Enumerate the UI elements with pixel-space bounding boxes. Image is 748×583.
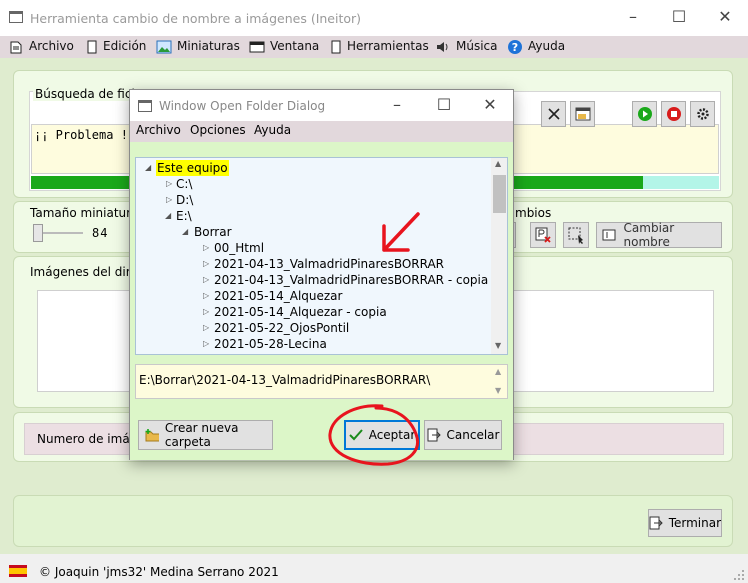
tree-node-borrar[interactable]: Borrar <box>194 224 232 240</box>
stop-button[interactable] <box>661 101 686 127</box>
rename-icon <box>602 229 616 241</box>
gear-icon <box>696 108 709 120</box>
dialog-close-button[interactable]: ✕ <box>468 90 512 121</box>
settings-button[interactable] <box>690 101 715 127</box>
finish-button[interactable]: Terminar <box>648 509 722 537</box>
delete-image-button[interactable] <box>530 222 556 248</box>
edit-menu-icon <box>87 40 97 53</box>
selection-icon <box>568 227 583 244</box>
spain-flag-icon <box>9 565 27 577</box>
folder-dialog: Window Open Folder Dialog – ☐ ✕ Archivo … <box>129 89 514 466</box>
menu-bar: Archivo Edición Miniaturas Ventana Herra… <box>0 36 748 58</box>
rename-button[interactable]: Cambiar nombre <box>596 221 722 249</box>
play-button[interactable] <box>632 101 657 127</box>
resize-grip-icon[interactable] <box>733 569 745 581</box>
scroll-thumb[interactable] <box>493 175 506 213</box>
folder-window-icon <box>575 107 590 121</box>
menu-miniaturas[interactable]: Miniaturas <box>156 36 240 58</box>
picture-icon <box>156 40 172 53</box>
image-delete-icon <box>535 227 551 243</box>
minimize-button[interactable]: – <box>610 0 656 36</box>
exit-icon <box>427 428 441 442</box>
speaker-icon <box>437 41 448 52</box>
new-folder-icon <box>145 429 159 442</box>
dialog-maximize-button[interactable]: ☐ <box>422 90 466 121</box>
dialog-minimize-button[interactable]: – <box>375 90 419 121</box>
help-icon: ? <box>508 39 522 54</box>
tree-node-folder[interactable]: 2021-04-13_ValmadridPinaresBORRAR <box>214 256 444 272</box>
close-x-icon <box>547 108 560 120</box>
dialog-menu-ayuda[interactable]: Ayuda <box>254 123 291 137</box>
slider-track <box>43 232 83 234</box>
tree-scrollbar[interactable]: ▲ ▼ <box>491 158 507 354</box>
tree-node-root[interactable]: Este equipo <box>156 160 229 176</box>
red-arrow-annotation <box>382 212 420 252</box>
thumb-size-label: Tamaño miniaturas <box>30 206 145 220</box>
dialog-window-icon <box>138 100 152 112</box>
tree-node-folder[interactable]: 2021-05-14_Alquezar <box>214 288 342 304</box>
selected-path-box[interactable]: E:\Borrar\2021-04-13_ValmadridPinaresBOR… <box>135 364 508 399</box>
thumb-size-value: 84 <box>92 226 109 240</box>
tree-node-folder[interactable]: 2021-05-28-Lecina <box>214 336 327 352</box>
menu-edicion[interactable]: Edición <box>86 36 146 58</box>
path-scroll-down-icon[interactable]: ▼ <box>495 386 501 395</box>
problem-text: ¡¡ Problema ! <box>34 128 128 142</box>
close-button[interactable]: ✕ <box>702 0 748 36</box>
menu-ayuda[interactable]: ? Ayuda <box>507 36 565 58</box>
play-icon <box>637 107 652 121</box>
clear-button[interactable] <box>541 101 566 127</box>
dialog-menu-bar: Archivo Opciones Ayuda <box>130 121 513 142</box>
menu-ventana[interactable]: Ventana <box>249 36 319 58</box>
dialog-title-bar[interactable]: Window Open Folder Dialog – ☐ ✕ <box>130 90 513 121</box>
rename-group-label: mbios <box>515 206 552 220</box>
tree-node-drive-d[interactable]: D:\ <box>176 192 193 208</box>
path-scroll-up-icon[interactable]: ▲ <box>495 367 501 376</box>
dialog-menu-archivo[interactable]: Archivo <box>136 123 181 137</box>
main-title-bar[interactable]: Herramienta cambio de nombre a imágenes … <box>0 0 748 36</box>
tree-node-folder[interactable]: 2021-04-13_ValmadridPinaresBORRAR - copi… <box>214 272 488 288</box>
window-title: Herramienta cambio de nombre a imágenes … <box>30 11 362 26</box>
folder-tree[interactable]: ◢ Este equipo ▷ C:\ ▷ D:\ ◢ E:\ ◢ Borrar… <box>135 157 508 355</box>
stop-icon <box>666 107 681 121</box>
file-menu-icon <box>10 41 22 53</box>
tree-node-folder[interactable]: 2021-05-14_Alquezar - copia <box>214 304 387 320</box>
red-circle-annotation <box>328 404 419 466</box>
menu-archivo[interactable]: Archivo <box>8 36 74 58</box>
dialog-menu-opciones[interactable]: Opciones <box>190 123 246 137</box>
footer-panel: Terminar <box>13 495 733 547</box>
copyright-text: © Joaquin 'jms32' Medina Serrano 2021 <box>39 565 279 579</box>
selected-path-text: E:\Borrar\2021-04-13_ValmadridPinaresBOR… <box>139 373 431 387</box>
maximize-button[interactable]: ☐ <box>656 0 702 36</box>
scroll-down-icon[interactable]: ▼ <box>495 341 501 350</box>
tree-node-drive-e[interactable]: E:\ <box>176 208 192 224</box>
exit-icon <box>649 516 663 530</box>
images-group-label: Imágenes del direc <box>30 265 145 279</box>
menu-musica[interactable]: Música <box>435 36 498 58</box>
open-folder-button[interactable] <box>570 101 595 127</box>
tree-node-folder[interactable]: 00_Html <box>214 240 264 256</box>
scroll-up-icon[interactable]: ▲ <box>495 159 501 168</box>
thumb-size-slider[interactable] <box>33 224 43 242</box>
new-folder-button[interactable]: Crear nueva carpeta <box>138 420 273 450</box>
tree-node-drive-c[interactable]: C:\ <box>176 176 192 192</box>
cancel-button[interactable]: Cancelar <box>424 420 502 450</box>
dialog-title: Window Open Folder Dialog <box>159 99 326 113</box>
window-icon <box>249 41 265 52</box>
status-bar: © Joaquin 'jms32' Medina Serrano 2021 <box>0 561 748 583</box>
svg-text:?: ? <box>512 41 518 54</box>
app-window-icon <box>9 11 23 23</box>
select-area-button[interactable] <box>563 222 589 248</box>
menu-herramientas[interactable]: Herramientas <box>330 36 429 58</box>
tree-node-folder[interactable]: 2021-05-22_OjosPontil <box>214 320 349 336</box>
tools-icon <box>331 40 341 53</box>
